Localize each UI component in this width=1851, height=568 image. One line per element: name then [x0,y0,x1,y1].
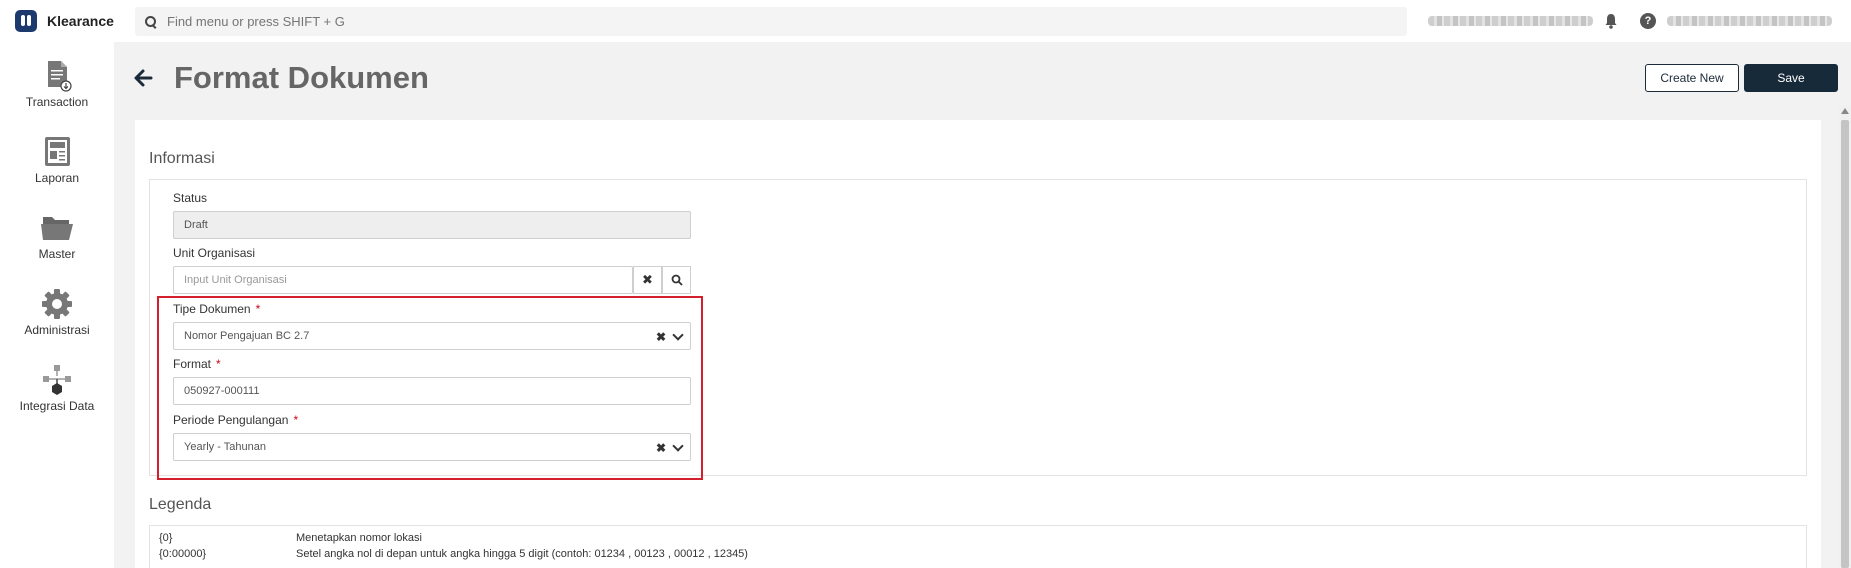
legend-desc: Setel angka nol di depan untuk angka hin… [296,548,748,560]
sidebar-item-laporan[interactable]: Laporan [0,136,114,185]
report-newspaper-icon [45,137,70,166]
close-icon: ✖ [642,272,653,287]
sidebar-item-master[interactable]: Master [0,212,114,261]
search-unit-button[interactable] [662,266,691,294]
search-icon [145,15,157,28]
status-value: Draft [184,219,208,231]
sidebar-item-transaction[interactable]: Transaction [0,60,114,109]
search-icon [671,274,683,286]
gear-icon [42,289,72,319]
legend-code: {0:00000} [159,548,207,560]
search-input[interactable] [167,14,1367,29]
unit-organisasi-placeholder: Input Unit Organisasi [184,274,287,286]
sidebar-item-integrasi-data[interactable]: Integrasi Data [0,364,114,413]
back-arrow-icon[interactable] [133,68,153,88]
legend-desc: Menetapkan nomor lokasi [296,532,422,544]
page-title: Format Dokumen [174,60,429,95]
scroll-up-arrow-icon[interactable] [1841,108,1849,114]
save-button[interactable]: Save [1744,64,1838,92]
status-label: Status [173,191,208,205]
user-name-blurred[interactable] [1667,16,1832,26]
create-new-button[interactable]: Create New [1645,64,1739,92]
section-title-legenda: Legenda [149,496,212,513]
help-icon[interactable]: ? [1640,13,1656,29]
status-field: Draft [173,211,691,239]
sidebar-item-label: Transaction [25,95,89,109]
brand[interactable]: Klearance [15,6,114,36]
scroll-thumb[interactable] [1841,120,1849,568]
brand-name: Klearance [47,13,114,29]
sidebar-item-label: Master [38,247,76,261]
klearance-logo-icon [15,10,37,32]
unit-organisasi-label: Unit Organisasi [173,246,256,260]
sidebar-item-label: Integrasi Data [19,399,95,413]
sidebar-item-administrasi[interactable]: Administrasi [0,288,114,337]
sidebar: Transaction Laporan Master Administrasi … [0,42,114,568]
section-title-informasi: Informasi [149,150,215,167]
legend-code: {0} [159,532,173,544]
sidebar-item-label: Administrasi [24,323,90,337]
bell-icon[interactable] [1603,13,1619,29]
search-bar[interactable] [135,7,1407,36]
clear-unit-button[interactable]: ✖ [633,266,662,294]
scrollbar[interactable] [1839,106,1851,568]
highlight-box [157,296,703,480]
network-icon [43,365,71,395]
top-bar: Klearance ? [0,0,1851,42]
sidebar-item-label: Laporan [34,171,80,185]
company-name-blurred [1428,16,1593,26]
unit-organisasi-input[interactable]: Input Unit Organisasi [173,266,633,294]
folder-icon [41,217,73,240]
document-download-icon [48,61,72,92]
